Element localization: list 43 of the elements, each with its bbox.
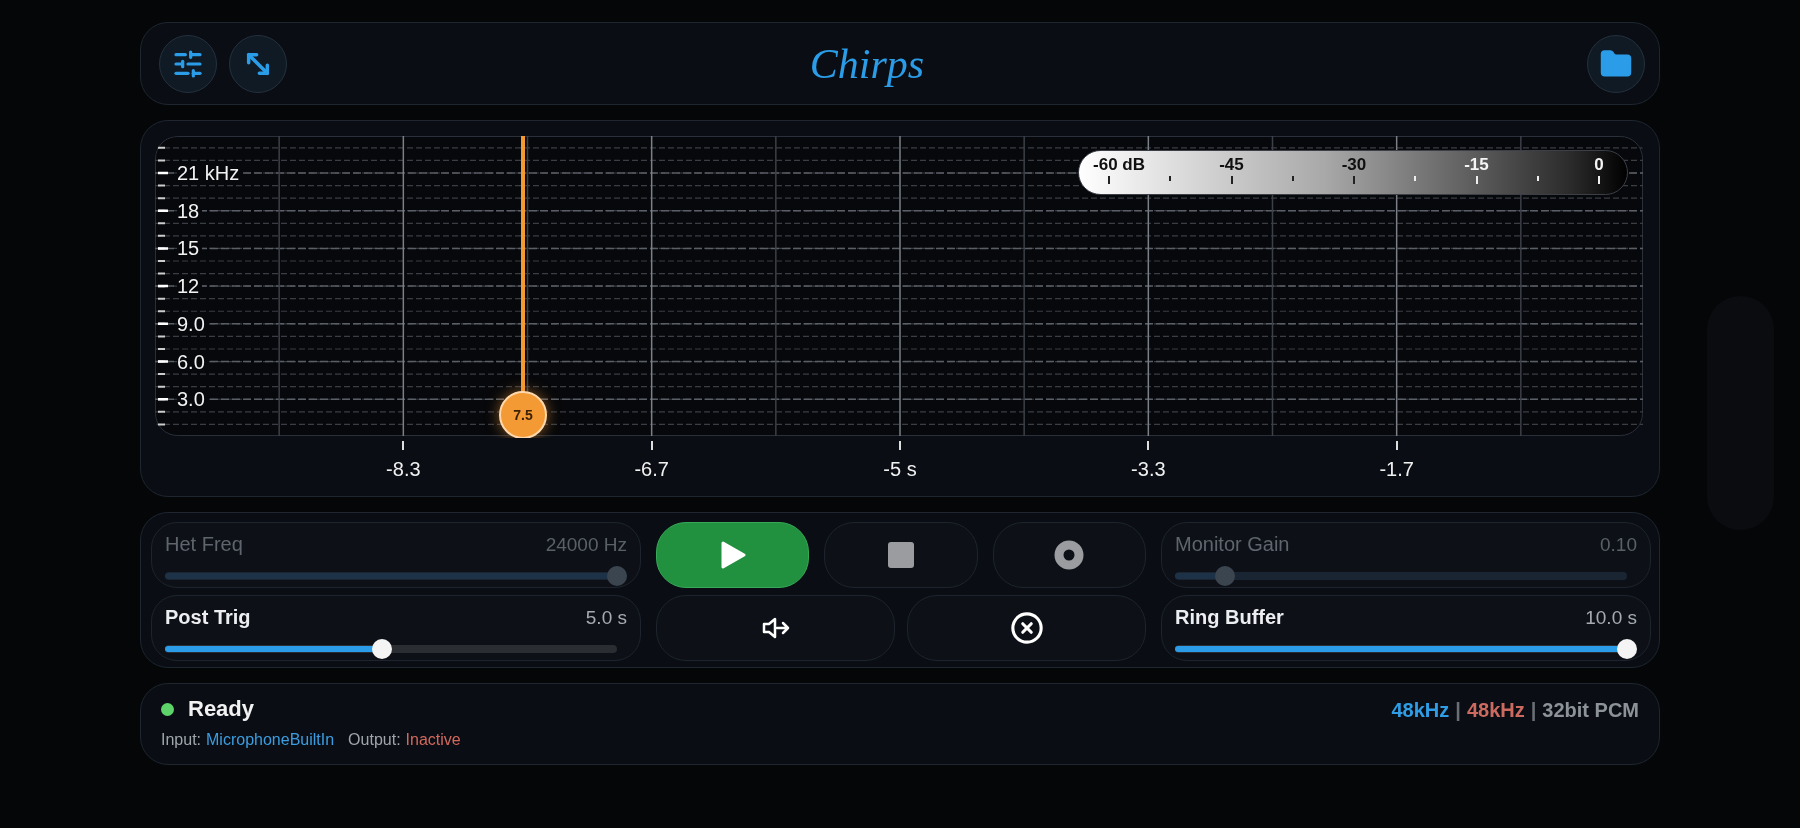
slider-value: 5.0 s bbox=[585, 606, 627, 629]
io-value: MicrophoneBuiltIn bbox=[206, 731, 335, 748]
colorbar-label: -60 dB bbox=[1093, 155, 1145, 175]
app-title: Chirps bbox=[808, 39, 926, 88]
slider-label: Het Freq bbox=[165, 533, 243, 556]
slider-thumb[interactable] bbox=[1617, 639, 1637, 659]
time-label: -5 s bbox=[883, 458, 917, 481]
separator: | bbox=[1530, 699, 1537, 722]
format-text: 32bit PCM bbox=[1542, 699, 1639, 722]
colorbar-label: -45 bbox=[1219, 155, 1244, 175]
status-dot bbox=[161, 702, 174, 716]
colorbar-label: -30 bbox=[1341, 155, 1367, 175]
play-button[interactable] bbox=[656, 522, 810, 588]
slider-label: Post Trig bbox=[165, 606, 251, 629]
slider-value: 10.0 s bbox=[1585, 606, 1637, 629]
io-label: Output: bbox=[348, 731, 401, 748]
settings-icon bbox=[172, 47, 204, 80]
separator: | bbox=[1455, 699, 1461, 722]
slider-value: 24000 Hz bbox=[545, 533, 627, 556]
time-label: -3.3 bbox=[1131, 458, 1166, 481]
time-label: -1.7 bbox=[1379, 458, 1414, 481]
status-text: Ready bbox=[188, 696, 255, 722]
slider-label: Monitor Gain bbox=[1175, 533, 1290, 556]
frequency-label: 21 kHz bbox=[177, 163, 243, 183]
speaker-arrow-icon bbox=[761, 616, 790, 640]
slider-thumb[interactable] bbox=[371, 639, 392, 659]
colorbar-label: -15 bbox=[1464, 155, 1489, 175]
format-text: 48kHz bbox=[1466, 699, 1525, 722]
stop-icon bbox=[888, 542, 914, 568]
format-text: 48kHz bbox=[1391, 699, 1450, 722]
slider-label: Ring Buffer bbox=[1175, 606, 1284, 629]
colorbar-label: 0 bbox=[1594, 155, 1604, 175]
stop-button[interactable] bbox=[824, 522, 978, 588]
slider-value: 0.10 bbox=[1600, 533, 1637, 556]
io-label: Input: bbox=[161, 731, 202, 748]
record-button[interactable] bbox=[992, 522, 1146, 588]
play-icon bbox=[719, 541, 746, 569]
record-icon bbox=[1054, 540, 1085, 570]
io-value: Inactive bbox=[405, 731, 461, 748]
clear-button[interactable] bbox=[907, 595, 1146, 661]
time-label: -6.7 bbox=[634, 458, 669, 481]
cancel-icon bbox=[1009, 611, 1044, 645]
time-label: -8.3 bbox=[386, 458, 421, 481]
